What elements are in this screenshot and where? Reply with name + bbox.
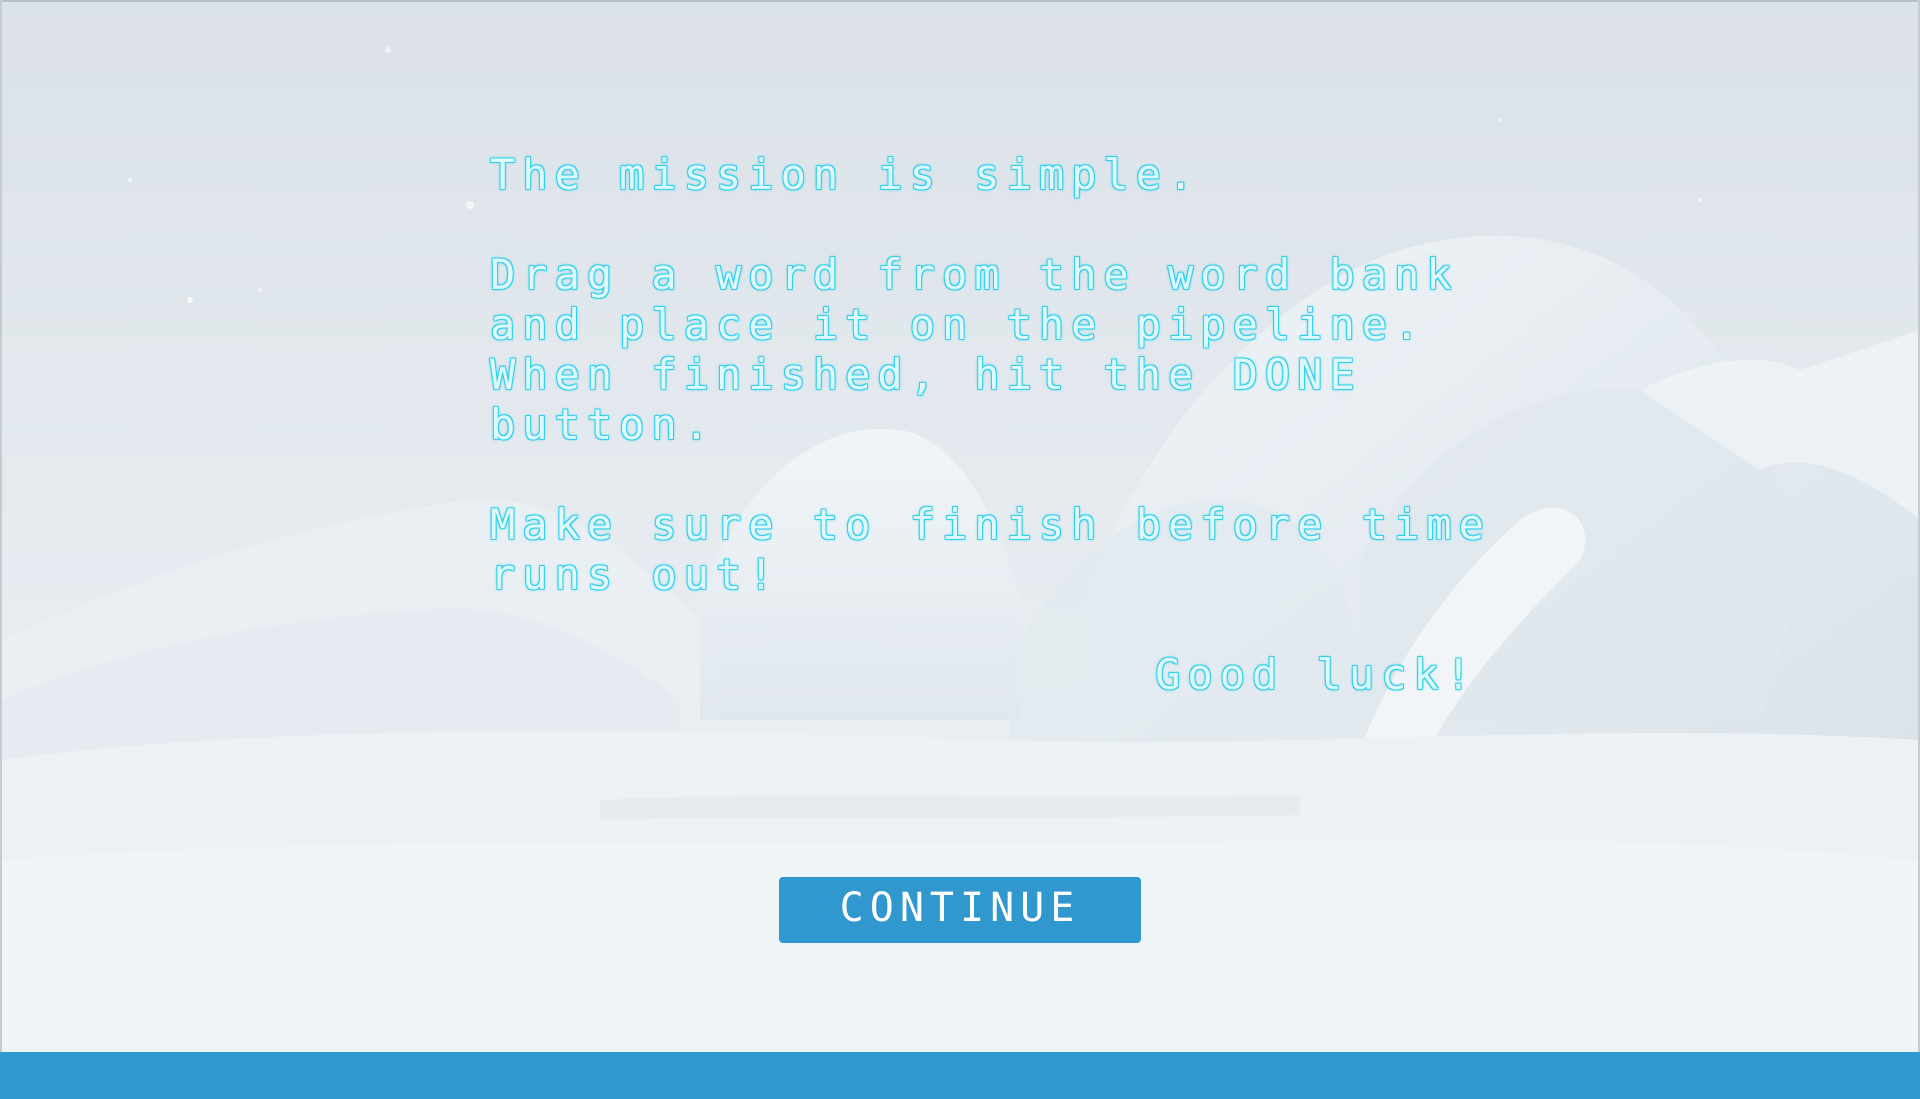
top-border	[0, 0, 1920, 2]
left-border	[0, 0, 2, 1052]
intro-line-4: When finished, hit the DONE	[490, 350, 1362, 399]
intro-line-2: Drag a word from the word bank	[490, 250, 1459, 299]
intro-line-7: runs out!	[490, 550, 781, 599]
intro-line-6: Make sure to finish before time	[490, 500, 1491, 549]
game-stage: The mission is simple. Drag a word from …	[0, 0, 1920, 1099]
intro-line-5: button.	[490, 400, 717, 449]
good-luck-text: Good luck!	[1155, 650, 1478, 699]
bottom-bar	[0, 1052, 1920, 1099]
intro-line-3: and place it on the pipeline.	[490, 300, 1427, 349]
continue-button[interactable]: CONTINUE	[779, 877, 1141, 943]
mission-instructions: The mission is simple. Drag a word from …	[490, 150, 1500, 700]
intro-line-1: The mission is simple.	[490, 150, 1201, 199]
